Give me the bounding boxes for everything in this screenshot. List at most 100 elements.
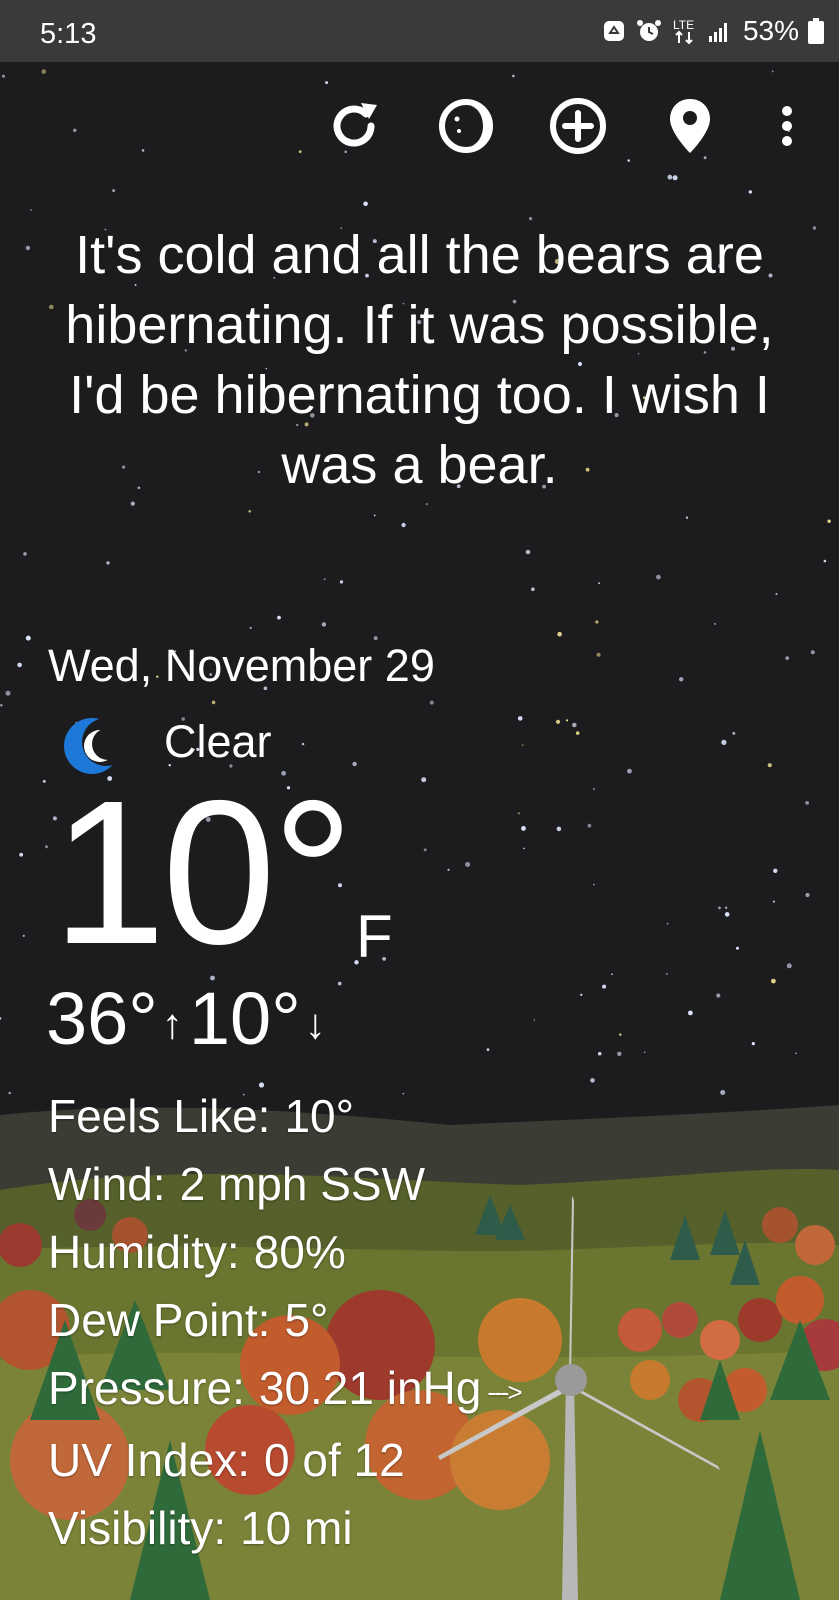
star bbox=[587, 823, 592, 828]
refresh-icon bbox=[323, 95, 385, 162]
star bbox=[602, 984, 607, 989]
star bbox=[810, 650, 815, 655]
star bbox=[565, 719, 569, 722]
pressure-row: Pressure: 30.21 inHg ---> bbox=[48, 1354, 523, 1426]
add-location-button[interactable] bbox=[546, 96, 610, 160]
refresh-button[interactable] bbox=[322, 96, 386, 160]
feels-like-row: Feels Like: 10° bbox=[48, 1082, 521, 1150]
star bbox=[732, 731, 736, 735]
moon-phase-button[interactable] bbox=[434, 96, 498, 160]
star bbox=[785, 656, 790, 660]
star bbox=[112, 189, 116, 193]
star bbox=[667, 174, 673, 180]
feels-like-label: Feels Like: bbox=[48, 1090, 271, 1142]
star bbox=[325, 81, 329, 85]
star bbox=[724, 906, 728, 909]
star bbox=[17, 662, 22, 668]
star bbox=[486, 1048, 490, 1051]
star bbox=[724, 912, 730, 917]
star bbox=[523, 847, 525, 850]
star bbox=[771, 70, 774, 73]
star bbox=[672, 175, 678, 181]
star bbox=[823, 559, 827, 563]
visibility-label: Visibility: bbox=[48, 1501, 227, 1554]
star bbox=[321, 622, 327, 627]
wind-label: Wind: bbox=[48, 1158, 166, 1210]
star bbox=[666, 922, 669, 925]
star bbox=[771, 978, 776, 984]
star bbox=[521, 744, 524, 747]
star bbox=[714, 623, 716, 625]
wind-row: Wind: 2 mph SSW bbox=[48, 1150, 521, 1218]
battery-icon bbox=[807, 17, 825, 45]
star bbox=[277, 615, 281, 620]
star bbox=[572, 722, 577, 728]
star bbox=[598, 582, 600, 584]
star bbox=[248, 510, 251, 513]
uv-index-label: UV Index: bbox=[48, 1433, 250, 1486]
star bbox=[42, 779, 46, 783]
star bbox=[19, 852, 24, 857]
star bbox=[590, 1078, 595, 1083]
star bbox=[827, 519, 831, 523]
star bbox=[447, 868, 450, 871]
star bbox=[656, 574, 661, 580]
weather-details: Feels Like: 10° Wind: 2 mph SSW Humidity: 8… bbox=[48, 1082, 523, 1562]
star bbox=[373, 514, 376, 517]
moon-phase-icon bbox=[435, 95, 497, 162]
temperature-unit: F bbox=[356, 903, 393, 970]
star bbox=[795, 1052, 797, 1055]
star bbox=[555, 719, 561, 724]
star bbox=[557, 631, 562, 637]
star bbox=[421, 777, 427, 783]
more-options-button[interactable] bbox=[755, 96, 819, 160]
star bbox=[339, 580, 344, 584]
star bbox=[401, 522, 406, 528]
star bbox=[301, 742, 305, 746]
star bbox=[627, 768, 632, 774]
star bbox=[429, 700, 434, 705]
star bbox=[617, 1051, 622, 1057]
star bbox=[5, 690, 11, 696]
star bbox=[8, 1091, 11, 1095]
humidity-value: 80% bbox=[253, 1226, 346, 1278]
current-temperature: 10° bbox=[52, 758, 354, 987]
star bbox=[533, 1019, 536, 1021]
dew-point-row: Dew Point: 5° bbox=[48, 1286, 521, 1354]
star bbox=[130, 501, 135, 506]
star bbox=[423, 848, 427, 852]
star bbox=[597, 1051, 602, 1056]
dew-point-label: Dew Point: bbox=[48, 1294, 271, 1346]
star bbox=[323, 578, 326, 581]
status-bar: 5:13 LTE 53% bbox=[0, 0, 839, 62]
star bbox=[679, 677, 684, 682]
star bbox=[517, 812, 520, 815]
star bbox=[465, 862, 471, 867]
toolbar bbox=[0, 96, 839, 160]
star bbox=[556, 826, 562, 832]
star bbox=[525, 549, 531, 555]
star bbox=[716, 993, 721, 998]
status-time: 5:13 bbox=[40, 18, 97, 50]
low-temperature: 10° bbox=[188, 977, 301, 1060]
star bbox=[531, 587, 535, 591]
star bbox=[22, 934, 25, 937]
wind-value: 2 mph SSW bbox=[179, 1158, 426, 1210]
svg-text:LTE: LTE bbox=[673, 18, 694, 32]
star bbox=[596, 652, 601, 657]
star bbox=[41, 69, 47, 74]
star bbox=[611, 973, 613, 976]
star bbox=[512, 74, 515, 78]
star bbox=[30, 209, 32, 211]
location-button[interactable] bbox=[658, 96, 722, 160]
high-low-temperature: 36°↑10°↓ bbox=[46, 976, 332, 1061]
add-location-icon bbox=[547, 95, 609, 162]
star bbox=[772, 900, 775, 903]
recycle-notification-icon bbox=[601, 18, 627, 44]
visibility-value: 10 mi bbox=[240, 1501, 353, 1554]
dew-point-value: 5° bbox=[284, 1294, 329, 1346]
visibility-row: Visibility: 10 mi bbox=[48, 1494, 521, 1562]
star bbox=[775, 593, 778, 595]
star bbox=[106, 561, 110, 565]
star bbox=[575, 731, 580, 735]
